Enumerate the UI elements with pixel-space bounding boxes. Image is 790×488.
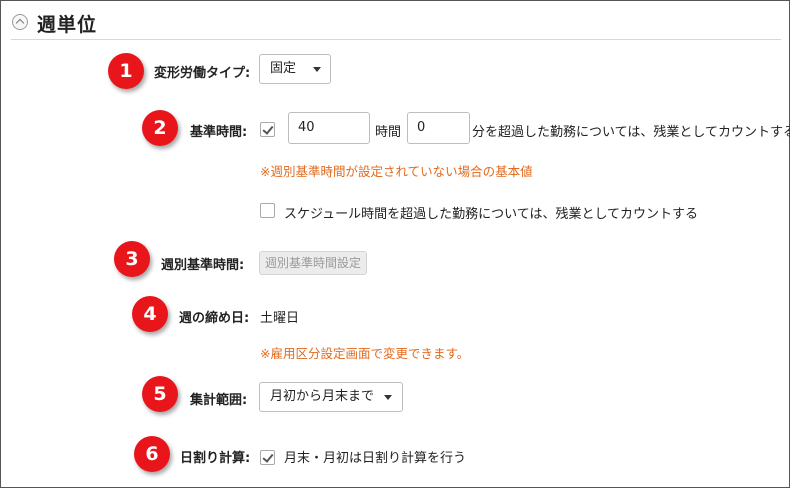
closing-day-value: 土曜日 [260, 311, 300, 326]
weekly-kijun-settings-button[interactable]: 週別基準時間設定 [259, 251, 368, 275]
daily-proration-text: 月末・月初は日割り計算を行う [284, 451, 467, 466]
henkei-type-select[interactable]: 固定 [259, 54, 331, 84]
aggregation-range-select[interactable]: 月初から月末まで [259, 382, 403, 412]
section-title: 週単位 [37, 14, 98, 36]
kijun-minutes-input[interactable]: 0 [407, 112, 470, 144]
weekly-kijun-label: 週別基準時間: [161, 258, 245, 273]
schedule-overtime-checkbox[interactable] [260, 203, 275, 218]
section-header: 週単位 [11, 7, 781, 40]
step-badge-3: 3 [114, 241, 150, 277]
step-badge-4: 4 [132, 296, 168, 332]
henkei-type-label: 変形労働タイプ: [154, 66, 251, 81]
schedule-overtime-label: スケジュール時間を超過した勤務については、残業としてカウントする [284, 207, 699, 222]
chevron-down-icon [384, 395, 392, 400]
kijun-hours-input[interactable]: 40 [288, 112, 370, 144]
aggregation-range-value: 月初から月末まで [270, 389, 375, 404]
step-badge-6: 6 [134, 436, 170, 472]
hours-unit-label: 時間 [375, 125, 402, 140]
chevron-down-icon [313, 67, 321, 72]
closing-day-label: 週の締め日: [179, 311, 250, 326]
kijun-time-checkbox[interactable] [260, 122, 275, 137]
kijun-time-label: 基準時間: [190, 125, 248, 140]
overtime-description: 分を超過した勤務については、残業としてカウントする [472, 125, 790, 140]
step-badge-2: 2 [142, 110, 178, 146]
daily-proration-label: 日割り計算: [180, 451, 251, 466]
chevron-up-icon[interactable] [12, 14, 28, 30]
closing-day-note: ※雇用区分設定画面で変更できます。 [260, 346, 470, 361]
aggregation-range-label: 集計範囲: [190, 393, 248, 408]
kijun-note: ※週別基準時間が設定されていない場合の基本値 [260, 164, 533, 179]
step-badge-1: 1 [108, 53, 144, 89]
henkei-type-value: 固定 [270, 61, 297, 76]
step-badge-5: 5 [142, 376, 178, 412]
daily-proration-checkbox[interactable] [260, 450, 275, 465]
settings-panel: 週単位 1 変形労働タイプ: 固定 2 基準時間: 40 時間 0 分を超過した… [0, 0, 790, 488]
